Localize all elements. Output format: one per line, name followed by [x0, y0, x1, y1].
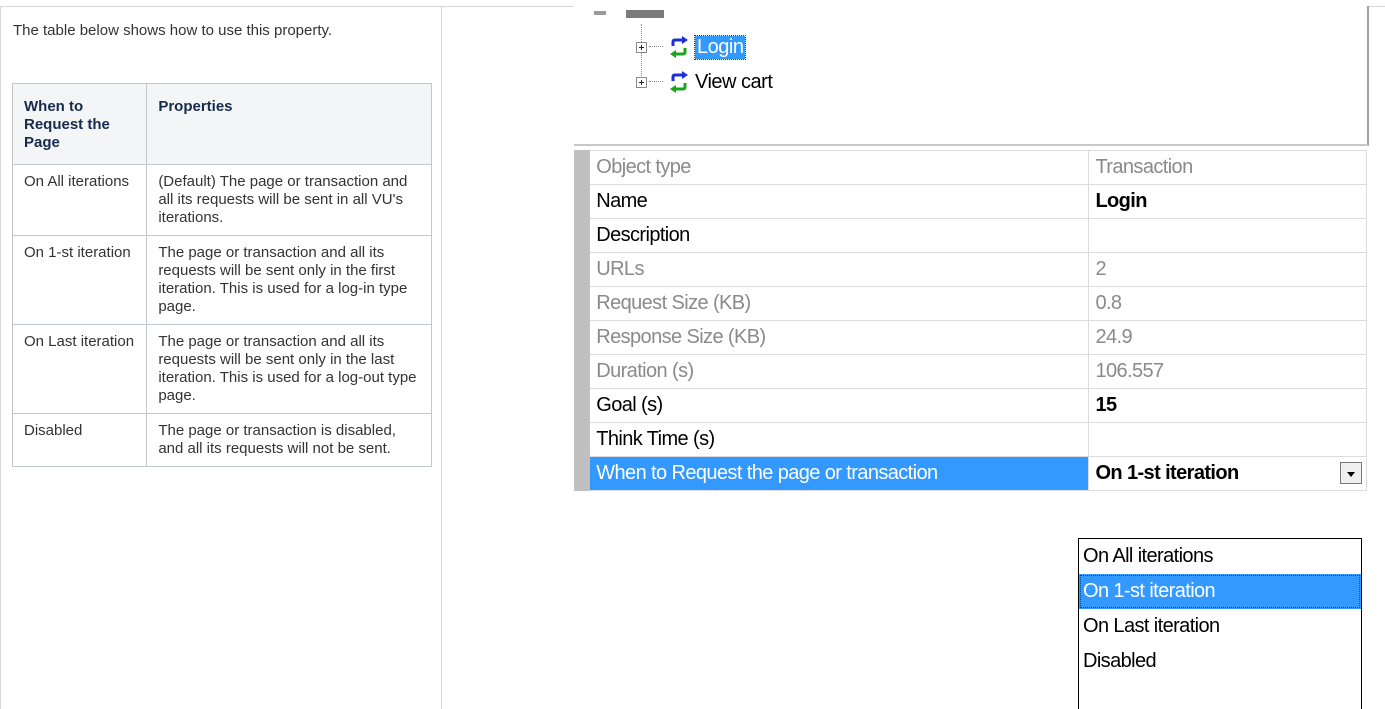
- property-row[interactable]: Object type Transaction: [573, 150, 1367, 185]
- tree-branch-line: [649, 46, 663, 48]
- dropdown-option[interactable]: Disabled: [1079, 644, 1361, 679]
- when-cell: On All iterations: [11, 164, 148, 236]
- property-key: Goal (s): [589, 388, 1090, 423]
- row-gutter: [573, 422, 591, 457]
- property-key: Think Time (s): [589, 422, 1090, 457]
- row-gutter: [573, 456, 591, 491]
- transaction-icon: [670, 71, 688, 93]
- table-row: On All iterations (Default) The page or …: [11, 164, 432, 236]
- doc-column-divider: [441, 6, 442, 709]
- property-row[interactable]: Response Size (KB) 24.9: [573, 320, 1367, 355]
- property-key: Description: [589, 218, 1090, 253]
- when-cell: On Last iteration: [11, 324, 148, 414]
- property-key: Response Size (KB): [589, 320, 1090, 355]
- when-cell: Disabled: [11, 413, 148, 467]
- tree-node-label[interactable]: View cart: [695, 71, 773, 94]
- property-row[interactable]: URLs 2: [573, 252, 1367, 287]
- row-gutter: [573, 354, 591, 389]
- when-to-request-select[interactable]: On 1-st iteration: [1088, 456, 1367, 491]
- property-row-when-to-request[interactable]: When to Request the page or transaction …: [573, 456, 1367, 491]
- dropdown-option[interactable]: On Last iteration: [1079, 609, 1361, 644]
- doc-frame-left: [0, 6, 1, 709]
- dropdown-option[interactable]: On All iterations: [1079, 539, 1361, 574]
- property-value[interactable]: Login: [1088, 184, 1367, 219]
- property-value: Transaction: [1088, 150, 1367, 185]
- property-row[interactable]: Goal (s) 15: [573, 388, 1367, 423]
- tree-node-login[interactable]: Login: [636, 34, 747, 60]
- tree-connector: [594, 11, 606, 15]
- header-properties: Properties: [146, 83, 432, 165]
- property-value[interactable]: [1088, 218, 1367, 253]
- dropdown-option-selected[interactable]: On 1-st iteration: [1079, 574, 1361, 609]
- property-value: 2: [1088, 252, 1367, 287]
- property-value[interactable]: 15: [1088, 388, 1367, 423]
- usage-table-header: When to Request the Page Properties: [11, 83, 432, 165]
- property-grid: Object type Transaction Name Login Descr…: [573, 150, 1367, 491]
- dropdown-arrow-button[interactable]: [1340, 462, 1362, 484]
- property-value: 106.557: [1088, 354, 1367, 389]
- properties-cell: The page or transaction and all its requ…: [146, 324, 432, 414]
- property-value: 0.8: [1088, 286, 1367, 321]
- intro-text: The table below shows how to use this pr…: [13, 22, 333, 39]
- property-row[interactable]: Name Login: [573, 184, 1367, 219]
- row-gutter: [573, 184, 591, 219]
- property-value: 24.9: [1088, 320, 1367, 355]
- property-key: When to Request the page or transaction: [589, 456, 1090, 491]
- select-value: On 1-st iteration: [1095, 462, 1239, 484]
- property-key: Request Size (KB): [589, 286, 1090, 321]
- tree-panel: Login View cart: [574, 6, 1369, 146]
- property-row[interactable]: Think Time (s): [573, 422, 1367, 457]
- properties-cell: The page or transaction and all its requ…: [146, 235, 432, 325]
- usage-table: When to Request the Page Properties On A…: [11, 83, 432, 467]
- row-gutter: [573, 388, 591, 423]
- table-row: On 1-st iteration The page or transactio…: [11, 235, 432, 325]
- tree-branch-line: [649, 81, 663, 83]
- property-row[interactable]: Description: [573, 218, 1367, 253]
- app-screenshot: Login View cart Object type Transaction …: [573, 6, 1370, 709]
- when-cell: On 1-st iteration: [11, 235, 148, 325]
- row-gutter: [573, 150, 591, 185]
- header-when: When to Request the Page: [11, 83, 148, 165]
- property-row[interactable]: Duration (s) 106.557: [573, 354, 1367, 389]
- row-gutter: [573, 218, 591, 253]
- tree-node-view-cart[interactable]: View cart: [636, 69, 773, 95]
- tree-parent-node[interactable]: [626, 10, 664, 18]
- property-row[interactable]: Request Size (KB) 0.8: [573, 286, 1367, 321]
- property-key: Name: [589, 184, 1090, 219]
- dropdown-list: On All iterations On 1-st iteration On L…: [1078, 538, 1362, 709]
- property-key: Duration (s): [589, 354, 1090, 389]
- row-gutter: [573, 252, 591, 287]
- tree-node-label[interactable]: Login: [693, 34, 747, 60]
- properties-cell: The page or transaction is disabled, and…: [146, 413, 432, 467]
- table-row: On Last iteration The page or transactio…: [11, 324, 432, 414]
- table-row: Disabled The page or transaction is disa…: [11, 413, 432, 467]
- row-gutter: [573, 286, 591, 321]
- expand-icon[interactable]: [636, 76, 647, 88]
- properties-cell: (Default) The page or transaction and al…: [146, 164, 432, 236]
- transaction-icon: [670, 36, 688, 58]
- property-value[interactable]: [1088, 422, 1367, 457]
- row-gutter: [573, 320, 591, 355]
- expand-icon[interactable]: [636, 41, 647, 53]
- property-key: Object type: [589, 150, 1090, 185]
- property-key: URLs: [589, 252, 1090, 287]
